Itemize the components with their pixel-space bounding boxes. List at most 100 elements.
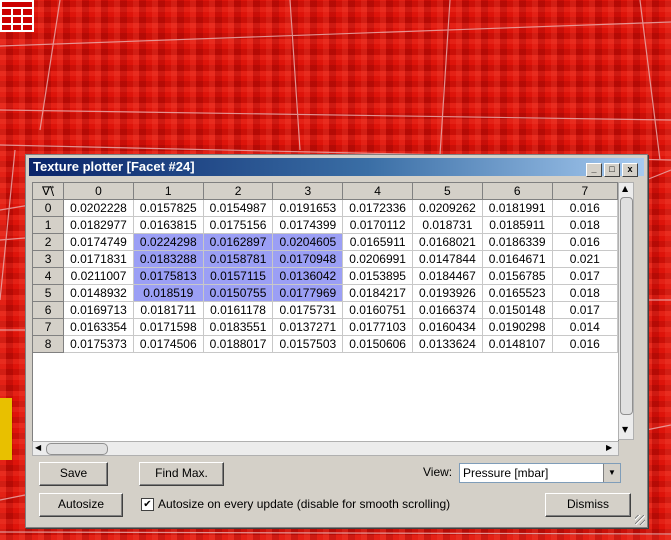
table-cell[interactable]: 0.0204605 <box>272 233 344 251</box>
table-cell[interactable]: 0.0175731 <box>272 301 344 319</box>
table-cell[interactable]: 0.016 <box>552 335 618 353</box>
table-cell[interactable]: 0.0153895 <box>342 267 413 285</box>
table-cell[interactable]: 0.0170112 <box>342 216 413 234</box>
table-cell[interactable]: 0.0177969 <box>272 284 344 302</box>
table-cell[interactable]: 0.016 <box>552 199 618 217</box>
table-cell[interactable]: 0.0224298 <box>133 233 204 251</box>
table-cell[interactable]: 0.0202228 <box>63 199 134 217</box>
row-header[interactable]: 8 <box>33 335 65 353</box>
table-cell[interactable]: 0.018 <box>552 284 618 302</box>
table-cell[interactable]: 0.0175373 <box>63 335 134 353</box>
table-cell[interactable]: 0.0160751 <box>342 301 413 319</box>
table-cell[interactable]: 0.0137271 <box>272 318 344 336</box>
row-header[interactable]: 2 <box>33 233 65 251</box>
table-cell[interactable]: 0.0184217 <box>342 284 413 302</box>
arrow-left-icon[interactable]: ◀ <box>35 443 41 452</box>
vertical-scrollbar[interactable]: ▲ ▼ <box>618 182 634 440</box>
autosize-update-checkbox[interactable]: ✔ <box>141 498 154 511</box>
table-cell[interactable]: 0.018 <box>552 216 618 234</box>
close-icon[interactable]: x <box>622 163 638 177</box>
table-cell[interactable]: 0.0174399 <box>272 216 344 234</box>
table-cell[interactable]: 0.0170948 <box>272 250 344 268</box>
table-cell[interactable]: 0.0163354 <box>63 318 134 336</box>
data-grid[interactable]: ∇\⃗ 0 1 2 3 4 5 6 7 0 0.0202228 0.0157825 0.0154987… <box>32 182 619 442</box>
table-cell[interactable]: 0.017 <box>552 267 618 285</box>
table-cell[interactable]: 0.0177103 <box>342 318 413 336</box>
table-cell[interactable]: 0.0211007 <box>63 267 134 285</box>
column-header[interactable]: 6 <box>482 183 553 200</box>
table-cell[interactable]: 0.0181991 <box>482 199 553 217</box>
row-header[interactable]: 7 <box>33 318 65 336</box>
table-cell[interactable]: 0.0191653 <box>272 199 344 217</box>
table-cell[interactable]: 0.021 <box>552 250 618 268</box>
table-cell[interactable]: 0.0175813 <box>133 267 204 285</box>
table-cell[interactable]: 0.0156785 <box>482 267 553 285</box>
vertical-scroll-thumb[interactable] <box>620 197 633 415</box>
table-cell[interactable]: 0.0175156 <box>203 216 274 234</box>
view-select[interactable]: Pressure [mbar] ▼ <box>459 463 621 483</box>
chevron-down-icon[interactable]: ▼ <box>603 464 620 482</box>
table-cell[interactable]: 0.0190298 <box>482 318 553 336</box>
table-cell[interactable]: 0.0148932 <box>63 284 134 302</box>
table-cell[interactable]: 0.0148107 <box>482 335 553 353</box>
table-cell[interactable]: 0.0133624 <box>412 335 483 353</box>
table-cell[interactable]: 0.0193926 <box>412 284 483 302</box>
minimize-icon[interactable]: _ <box>586 163 602 177</box>
table-cell[interactable]: 0.016 <box>552 233 618 251</box>
table-cell[interactable]: 0.0209262 <box>412 199 483 217</box>
grid-icon[interactable] <box>0 0 34 32</box>
maximize-icon[interactable]: □ <box>604 163 620 177</box>
table-cell[interactable]: 0.0162897 <box>203 233 274 251</box>
table-cell[interactable]: 0.0157825 <box>133 199 204 217</box>
column-header[interactable]: 7 <box>552 183 618 200</box>
table-cell[interactable]: 0.0154987 <box>203 199 274 217</box>
table-cell[interactable]: 0.0164671 <box>482 250 553 268</box>
row-header[interactable]: 5 <box>33 284 65 302</box>
table-cell[interactable]: 0.0166374 <box>412 301 483 319</box>
column-header[interactable]: 0 <box>63 183 134 200</box>
table-cell[interactable]: 0.0206991 <box>342 250 413 268</box>
column-header[interactable]: 5 <box>412 183 483 200</box>
table-cell[interactable]: 0.0174749 <box>63 233 134 251</box>
table-cell[interactable]: 0.0150148 <box>482 301 553 319</box>
table-cell[interactable]: 0.017 <box>552 301 618 319</box>
table-cell[interactable]: 0.0158781 <box>203 250 274 268</box>
table-cell[interactable]: 0.0165523 <box>482 284 553 302</box>
arrow-down-icon[interactable]: ▼ <box>622 425 628 434</box>
table-cell[interactable]: 0.0188017 <box>203 335 274 353</box>
title-bar[interactable]: Texture plotter [Facet #24] _ □ x <box>29 158 644 177</box>
table-cell[interactable]: 0.0184467 <box>412 267 483 285</box>
find-max-button[interactable]: Find Max. <box>139 462 224 486</box>
table-cell[interactable]: 0.0185911 <box>482 216 553 234</box>
table-corner-header[interactable]: ∇\⃗ <box>33 183 65 200</box>
row-header[interactable]: 3 <box>33 250 65 268</box>
dismiss-button[interactable]: Dismiss <box>545 493 631 517</box>
table-cell[interactable]: 0.0165911 <box>342 233 413 251</box>
table-cell[interactable]: 0.0157115 <box>203 267 274 285</box>
table-cell[interactable]: 0.018519 <box>133 284 204 302</box>
arrow-up-icon[interactable]: ▲ <box>622 184 628 193</box>
table-cell[interactable]: 0.0183551 <box>203 318 274 336</box>
arrow-right-icon[interactable]: ▶ <box>606 443 612 452</box>
column-header[interactable]: 4 <box>342 183 413 200</box>
save-button[interactable]: Save <box>39 462 108 486</box>
table-cell[interactable]: 0.0186339 <box>482 233 553 251</box>
horizontal-scrollbar[interactable]: ◀ ▶ <box>32 441 619 456</box>
table-cell[interactable]: 0.0150606 <box>342 335 413 353</box>
table-cell[interactable]: 0.0183288 <box>133 250 204 268</box>
table-cell[interactable]: 0.0157503 <box>272 335 344 353</box>
table-cell[interactable]: 0.0172336 <box>342 199 413 217</box>
row-header[interactable]: 6 <box>33 301 65 319</box>
resize-grip-icon[interactable] <box>635 515 645 525</box>
table-cell[interactable]: 0.0168021 <box>412 233 483 251</box>
table-cell[interactable]: 0.0160434 <box>412 318 483 336</box>
autosize-button[interactable]: Autosize <box>39 493 123 517</box>
table-cell[interactable]: 0.0163815 <box>133 216 204 234</box>
table-cell[interactable]: 0.0181711 <box>133 301 204 319</box>
table-cell[interactable]: 0.014 <box>552 318 618 336</box>
column-header[interactable]: 3 <box>272 183 344 200</box>
table-cell[interactable]: 0.0171831 <box>63 250 134 268</box>
table-cell[interactable]: 0.0150755 <box>203 284 274 302</box>
horizontal-scroll-thumb[interactable] <box>46 443 108 455</box>
table-cell[interactable]: 0.0182977 <box>63 216 134 234</box>
